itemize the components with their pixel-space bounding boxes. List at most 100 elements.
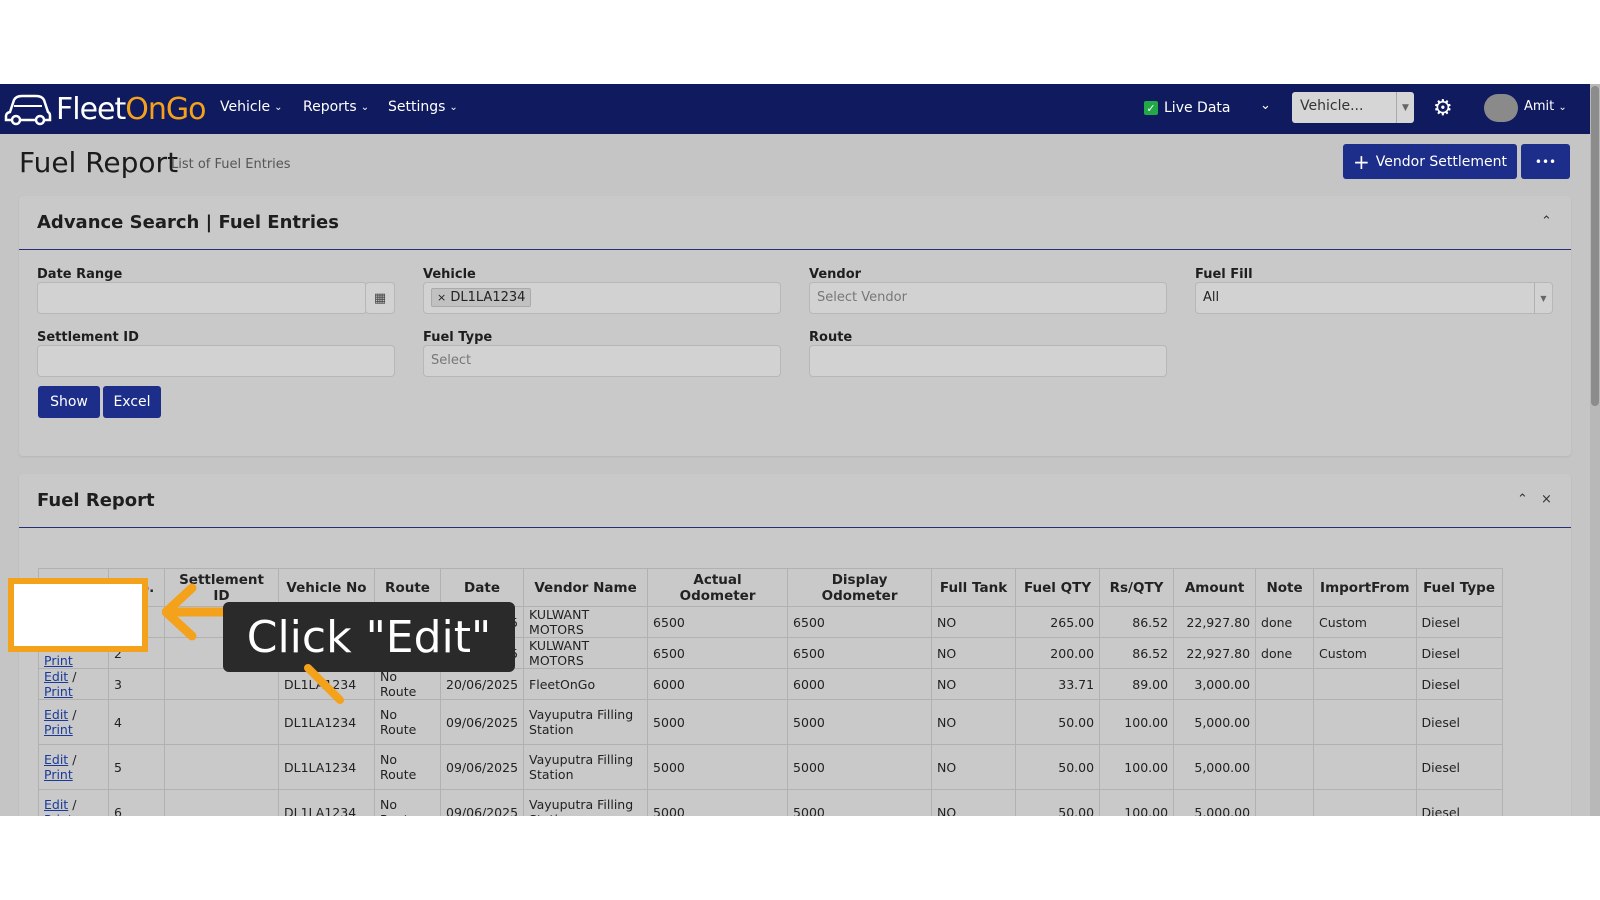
page-subtitle: List of Fuel Entries — [171, 157, 291, 172]
col-full-tank-header[interactable]: Full Tank — [931, 568, 1017, 607]
nav-reports-menu[interactable]: Reports ⌄ — [303, 99, 369, 115]
page-title: Fuel Report — [19, 146, 179, 179]
cell-display: 6500 — [787, 606, 933, 638]
cell-rate: 86.52 — [1099, 637, 1175, 669]
user-menu[interactable]: Amit ⌄ — [1524, 99, 1567, 114]
col-rate-qty-header[interactable]: Rs/QTY — [1099, 568, 1175, 607]
nav-vehicle-label: Vehicle — [220, 99, 271, 115]
action-cell: Edit / Print — [38, 744, 109, 790]
chevron-down-icon[interactable]: ⌄ — [1260, 98, 1271, 113]
col-amount-header[interactable]: Amount — [1173, 568, 1257, 607]
cell-type: Diesel — [1415, 637, 1503, 669]
top-navbar: FleetOnGo Vehicle ⌄ Reports ⌄ Settings ⌄ ✓ … — [0, 84, 1590, 134]
vehicle-chip-label: DL1LA1234 — [450, 290, 526, 305]
cell-vendor: KULWANT MOTORS — [523, 606, 649, 638]
nav-vehicle-menu[interactable]: Vehicle ⌄ — [220, 99, 282, 115]
edit-link[interactable]: Edit — [44, 707, 68, 722]
col-fuel-qty-header[interactable]: Fuel QTY — [1015, 568, 1101, 607]
date-range-input[interactable] — [37, 282, 367, 314]
vendor-filter-input[interactable]: Select Vendor — [809, 282, 1167, 314]
nav-settings-label: Settings — [388, 99, 446, 115]
collapse-icon[interactable]: ⌃ — [1517, 492, 1528, 507]
table-header-row: ActionSNo.Settlement IDVehicle NoRouteDa… — [38, 568, 1503, 607]
gear-icon[interactable]: ⚙ — [1433, 96, 1453, 121]
cell-settlement — [164, 744, 279, 790]
excel-button[interactable]: Excel — [103, 386, 161, 418]
col-fuel-type-header[interactable]: Fuel Type — [1415, 568, 1503, 607]
print-link[interactable]: Print — [44, 767, 73, 782]
vehicle-filter-input[interactable]: × DL1LA1234 — [423, 282, 781, 314]
scrollbar-thumb[interactable] — [1591, 86, 1599, 406]
more-options-button[interactable]: ••• — [1521, 144, 1570, 179]
cell-rate: 100.00 — [1099, 789, 1175, 816]
print-link[interactable]: Print — [44, 684, 73, 699]
vehicle-chip[interactable]: × DL1LA1234 — [431, 288, 532, 307]
checkbox-checked-icon[interactable]: ✓ — [1144, 101, 1158, 115]
caret-down-icon: ▼ — [1396, 92, 1414, 123]
cell-qty: 50.00 — [1015, 699, 1101, 745]
show-button[interactable]: Show — [38, 386, 100, 418]
nav-settings-menu[interactable]: Settings ⌄ — [388, 99, 458, 115]
cell-display: 6500 — [787, 637, 933, 669]
edit-link[interactable]: Edit — [44, 752, 68, 767]
cell-full: NO — [931, 789, 1017, 816]
remove-chip-icon[interactable]: × — [437, 291, 446, 304]
more-icon: ••• — [1534, 154, 1557, 169]
cell-type: Diesel — [1415, 744, 1503, 790]
cell-sno: 4 — [108, 699, 165, 745]
col-import-from-header[interactable]: ImportFrom — [1313, 568, 1417, 607]
live-data-toggle[interactable]: ✓ Live Data — [1144, 100, 1230, 116]
cell-vendor: Vayuputra Filling Station — [523, 744, 649, 790]
app-frame: FleetOnGo Vehicle ⌄ Reports ⌄ Settings ⌄ ✓ … — [0, 84, 1600, 816]
table-row: Edit / Print 5 DL1LA1234 No Route 09/06/2025… — [38, 744, 1503, 790]
card-header: Advance Search | Fuel Entries ⌃ — [19, 196, 1571, 250]
print-link[interactable]: Print — [44, 722, 73, 737]
arrow-left-icon — [162, 583, 232, 641]
action-cell: Edit / Print — [38, 668, 109, 700]
cell-note — [1255, 668, 1315, 700]
pointer-tail-icon — [304, 664, 344, 704]
col-display-odometer-header[interactable]: Display Odometer — [787, 568, 933, 607]
card-header: Fuel Report ⌃ × — [19, 474, 1571, 528]
cell-sno: 6 — [108, 789, 165, 816]
cell-qty: 50.00 — [1015, 789, 1101, 816]
avatar[interactable] — [1484, 94, 1518, 122]
cell-import — [1313, 699, 1417, 745]
nav-reports-label: Reports — [303, 99, 357, 115]
table-row: Edit / Print 4 DL1LA1234 No Route 09/06/2025… — [38, 699, 1503, 745]
vendor-settlement-button[interactable]: + Vendor Settlement — [1343, 144, 1517, 179]
print-link[interactable]: Print — [44, 653, 73, 668]
col-vendor-name-header[interactable]: Vendor Name — [523, 568, 649, 607]
calendar-icon[interactable]: ▦ — [365, 282, 395, 314]
edit-link[interactable]: Edit — [44, 797, 68, 812]
vehicle-filter-label: Vehicle — [423, 267, 476, 282]
edit-link[interactable]: Edit — [44, 669, 68, 684]
vehicle-quick-select[interactable]: Vehicle... ▼ — [1292, 92, 1414, 123]
cell-display: 6000 — [787, 668, 933, 700]
date-range-label: Date Range — [37, 267, 123, 282]
col-actual-odometer-header[interactable]: Actual Odometer — [647, 568, 789, 607]
separator: / — [68, 752, 77, 767]
fuel-fill-select[interactable]: All ▼ — [1195, 282, 1553, 314]
cell-rate: 100.00 — [1099, 744, 1175, 790]
chevron-down-icon: ⌄ — [1558, 102, 1567, 113]
fuel-type-select[interactable]: Select — [423, 345, 781, 377]
settlement-id-label: Settlement ID — [37, 330, 139, 345]
cell-type: Diesel — [1415, 606, 1503, 638]
col-route-header[interactable]: Route — [374, 568, 441, 607]
col-vehicle-no-header[interactable]: Vehicle No — [278, 568, 375, 607]
collapse-icon[interactable]: ⌃ — [1541, 214, 1552, 229]
close-icon[interactable]: × — [1541, 492, 1552, 507]
cell-type: Diesel — [1415, 789, 1503, 816]
settlement-id-input[interactable] — [37, 345, 395, 377]
user-name: Amit — [1524, 99, 1555, 114]
cell-note — [1255, 699, 1315, 745]
fleetongo-logo[interactable]: FleetOnGo — [4, 90, 207, 128]
cell-settlement — [164, 699, 279, 745]
col-date-header[interactable]: Date — [439, 568, 525, 607]
col-note-header[interactable]: Note — [1255, 568, 1315, 607]
vehicle-select-value: Vehicle... — [1300, 98, 1364, 114]
cell-route: No Route — [374, 789, 441, 816]
route-input[interactable] — [809, 345, 1167, 377]
print-link[interactable]: Print — [44, 812, 73, 816]
